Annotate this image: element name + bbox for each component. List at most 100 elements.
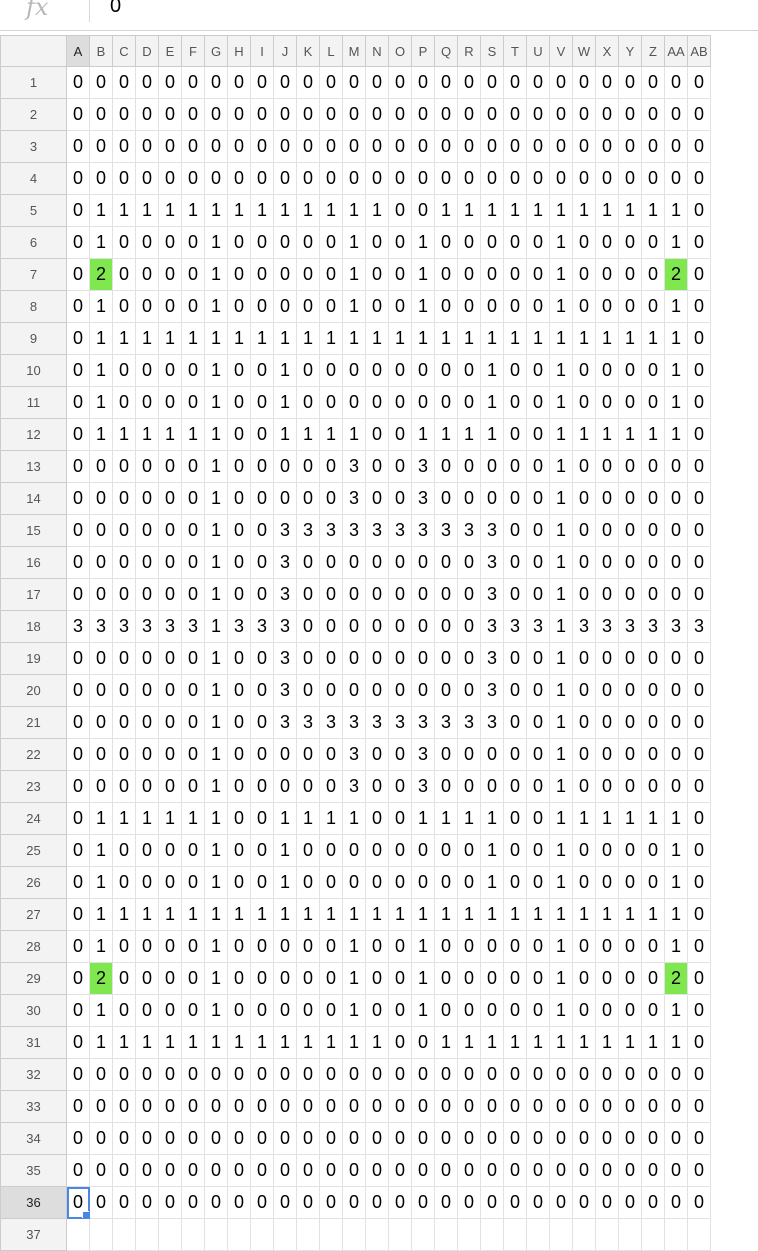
cell-r5[interactable]: 1 bbox=[457, 194, 481, 227]
cell-b9[interactable]: 1 bbox=[89, 322, 113, 355]
row-header-23[interactable]: 23 bbox=[0, 770, 67, 803]
cell-w7[interactable]: 0 bbox=[572, 258, 596, 291]
cell-r6[interactable]: 0 bbox=[457, 226, 481, 259]
cell-w22[interactable]: 0 bbox=[572, 738, 596, 771]
cell-y8[interactable]: 0 bbox=[618, 290, 642, 323]
cell-w13[interactable]: 0 bbox=[572, 450, 596, 483]
cell-l9[interactable]: 1 bbox=[319, 322, 343, 355]
cell-w8[interactable]: 0 bbox=[572, 290, 596, 323]
cell-r19[interactable]: 0 bbox=[457, 642, 481, 675]
cell-m24[interactable]: 1 bbox=[342, 802, 366, 835]
cell-f4[interactable]: 0 bbox=[181, 162, 205, 195]
cell-s11[interactable]: 1 bbox=[480, 386, 504, 419]
cell-k8[interactable]: 0 bbox=[296, 290, 320, 323]
cell-d20[interactable]: 0 bbox=[135, 674, 159, 707]
cell-s16[interactable]: 3 bbox=[480, 546, 504, 579]
cell-e32[interactable]: 0 bbox=[158, 1058, 182, 1091]
cell-o29[interactable]: 0 bbox=[388, 962, 412, 995]
cell-c26[interactable]: 0 bbox=[112, 866, 136, 899]
cell-w2[interactable]: 0 bbox=[572, 98, 596, 131]
cell-v5[interactable]: 1 bbox=[549, 194, 573, 227]
cell-g14[interactable]: 1 bbox=[204, 482, 228, 515]
cell-x28[interactable]: 0 bbox=[595, 930, 619, 963]
cell-o13[interactable]: 0 bbox=[388, 450, 412, 483]
cell-t30[interactable]: 0 bbox=[503, 994, 527, 1027]
cell-s18[interactable]: 3 bbox=[480, 610, 504, 643]
cell-o1[interactable]: 0 bbox=[388, 66, 412, 99]
cell-l8[interactable]: 0 bbox=[319, 290, 343, 323]
cell-j7[interactable]: 0 bbox=[273, 258, 297, 291]
cell-n33[interactable]: 0 bbox=[365, 1090, 389, 1123]
cell-x10[interactable]: 0 bbox=[595, 354, 619, 387]
cell-f1[interactable]: 0 bbox=[181, 66, 205, 99]
cell-k13[interactable]: 0 bbox=[296, 450, 320, 483]
cell-v37[interactable] bbox=[549, 1218, 573, 1251]
cell-z36[interactable]: 0 bbox=[641, 1186, 665, 1219]
cell-t29[interactable]: 0 bbox=[503, 962, 527, 995]
cell-p11[interactable]: 0 bbox=[411, 386, 435, 419]
cell-f17[interactable]: 0 bbox=[181, 578, 205, 611]
cell-l20[interactable]: 0 bbox=[319, 674, 343, 707]
cell-x19[interactable]: 0 bbox=[595, 642, 619, 675]
column-header-u[interactable]: U bbox=[526, 35, 550, 67]
cell-v4[interactable]: 0 bbox=[549, 162, 573, 195]
cell-a35[interactable]: 0 bbox=[66, 1154, 90, 1187]
row-header-37[interactable]: 37 bbox=[0, 1218, 67, 1251]
cell-e35[interactable]: 0 bbox=[158, 1154, 182, 1187]
cell-e22[interactable]: 0 bbox=[158, 738, 182, 771]
cell-k6[interactable]: 0 bbox=[296, 226, 320, 259]
cell-n13[interactable]: 0 bbox=[365, 450, 389, 483]
cell-i14[interactable]: 0 bbox=[250, 482, 274, 515]
cell-h15[interactable]: 0 bbox=[227, 514, 251, 547]
cell-v2[interactable]: 0 bbox=[549, 98, 573, 131]
cell-f26[interactable]: 0 bbox=[181, 866, 205, 899]
cell-u17[interactable]: 0 bbox=[526, 578, 550, 611]
column-header-s[interactable]: S bbox=[480, 35, 504, 67]
cell-z34[interactable]: 0 bbox=[641, 1122, 665, 1155]
cell-c33[interactable]: 0 bbox=[112, 1090, 136, 1123]
cell-ab21[interactable]: 0 bbox=[687, 706, 711, 739]
cell-n28[interactable]: 0 bbox=[365, 930, 389, 963]
cell-r31[interactable]: 1 bbox=[457, 1026, 481, 1059]
cell-ab7[interactable]: 0 bbox=[687, 258, 711, 291]
cell-ab11[interactable]: 0 bbox=[687, 386, 711, 419]
cell-y22[interactable]: 0 bbox=[618, 738, 642, 771]
cell-aa36[interactable]: 0 bbox=[664, 1186, 688, 1219]
cell-h36[interactable]: 0 bbox=[227, 1186, 251, 1219]
cell-m7[interactable]: 1 bbox=[342, 258, 366, 291]
cell-o12[interactable]: 0 bbox=[388, 418, 412, 451]
cell-t1[interactable]: 0 bbox=[503, 66, 527, 99]
cell-n27[interactable]: 1 bbox=[365, 898, 389, 931]
cell-j29[interactable]: 0 bbox=[273, 962, 297, 995]
row-header-10[interactable]: 10 bbox=[0, 354, 67, 387]
cell-p26[interactable]: 0 bbox=[411, 866, 435, 899]
cell-ab34[interactable]: 0 bbox=[687, 1122, 711, 1155]
cell-q14[interactable]: 0 bbox=[434, 482, 458, 515]
cell-x37[interactable] bbox=[595, 1218, 619, 1251]
cell-b2[interactable]: 0 bbox=[89, 98, 113, 131]
cell-d30[interactable]: 0 bbox=[135, 994, 159, 1027]
cell-j24[interactable]: 1 bbox=[273, 802, 297, 835]
cell-t34[interactable]: 0 bbox=[503, 1122, 527, 1155]
cell-ab9[interactable]: 0 bbox=[687, 322, 711, 355]
cell-l24[interactable]: 1 bbox=[319, 802, 343, 835]
cell-r4[interactable]: 0 bbox=[457, 162, 481, 195]
cell-e33[interactable]: 0 bbox=[158, 1090, 182, 1123]
cell-k10[interactable]: 0 bbox=[296, 354, 320, 387]
cell-j14[interactable]: 0 bbox=[273, 482, 297, 515]
cell-j35[interactable]: 0 bbox=[273, 1154, 297, 1187]
cell-z21[interactable]: 0 bbox=[641, 706, 665, 739]
cell-t8[interactable]: 0 bbox=[503, 290, 527, 323]
cell-w10[interactable]: 0 bbox=[572, 354, 596, 387]
cell-s2[interactable]: 0 bbox=[480, 98, 504, 131]
fill-handle[interactable] bbox=[82, 1211, 89, 1218]
cell-w16[interactable]: 0 bbox=[572, 546, 596, 579]
cell-l34[interactable]: 0 bbox=[319, 1122, 343, 1155]
cell-k32[interactable]: 0 bbox=[296, 1058, 320, 1091]
cell-v14[interactable]: 1 bbox=[549, 482, 573, 515]
cell-y26[interactable]: 0 bbox=[618, 866, 642, 899]
cell-d14[interactable]: 0 bbox=[135, 482, 159, 515]
cell-q3[interactable]: 0 bbox=[434, 130, 458, 163]
cell-l17[interactable]: 0 bbox=[319, 578, 343, 611]
cell-ab16[interactable]: 0 bbox=[687, 546, 711, 579]
